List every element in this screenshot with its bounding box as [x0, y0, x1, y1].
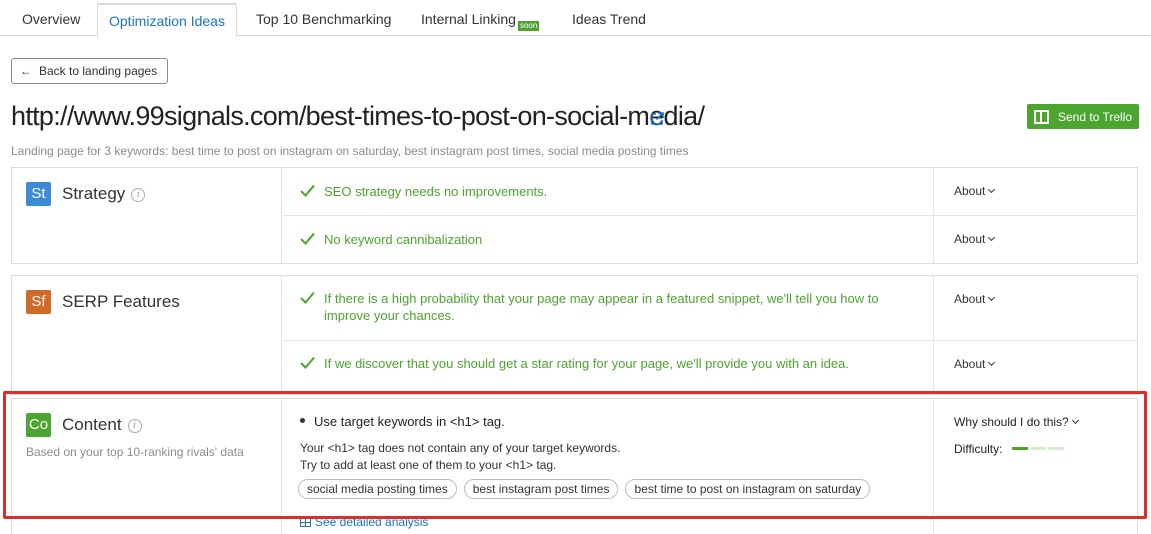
idea-item: If we discover that you should get a sta…	[300, 355, 920, 372]
difficulty-bar-segment	[1029, 447, 1046, 450]
tab-ideas-trend[interactable]: Ideas Trend	[561, 3, 657, 37]
tab-internal-linking[interactable]: Internal Linking soon	[410, 3, 550, 37]
content-icon: Co	[26, 413, 51, 437]
tab-label: Top 10 Benchmarking	[256, 11, 392, 27]
about-label: About	[954, 184, 986, 198]
idea-text: SEO strategy needs no improvements.	[324, 184, 548, 199]
about-dropdown[interactable]: About	[954, 232, 996, 246]
page-subtitle: Landing page for 3 keywords: best time t…	[11, 144, 689, 158]
difficulty-bar-segment	[1047, 447, 1064, 450]
difficulty-indicator: Difficulty:	[954, 442, 1064, 456]
content-title-text: Content	[62, 415, 122, 434]
serp-features-title: SERP Features	[62, 292, 180, 311]
bullet-icon	[300, 418, 305, 423]
strategy-title-text: Strategy	[62, 184, 126, 203]
about-label: About	[954, 357, 986, 371]
tab-label: Optimization Ideas	[109, 13, 225, 29]
arrow-left-icon: ←	[20, 64, 32, 78]
tab-overview[interactable]: Overview	[11, 3, 91, 37]
chevron-down-icon	[1071, 416, 1079, 425]
check-icon	[300, 232, 315, 245]
content-note: Based on your top 10-ranking rivals' dat…	[26, 445, 244, 459]
check-icon	[300, 356, 315, 369]
idea-text: If there is a high probability that your…	[324, 291, 879, 323]
keyword-chip[interactable]: best instagram post times	[463, 479, 619, 499]
trello-label: Send to Trello	[1058, 109, 1133, 124]
description-line: Try to add at least one of them to your …	[300, 458, 557, 472]
check-icon	[300, 291, 315, 304]
soon-badge: soon	[517, 21, 540, 31]
description-line: Your <h1> tag does not contain any of yo…	[300, 441, 621, 455]
idea-item: No keyword cannibalization	[300, 231, 920, 248]
content-header: Co Content i Based on your top 10-ranking…	[12, 399, 282, 534]
idea-text: If we discover that you should get a sta…	[324, 356, 849, 371]
about-label: About	[954, 232, 986, 246]
back-button-label: Back to landing pages	[39, 64, 158, 78]
chevron-down-icon	[988, 185, 996, 194]
page-title: http://www.99signals.com/best-times-to-p…	[11, 101, 705, 131]
tab-label: Internal Linking	[421, 11, 516, 27]
why-should-i-do-this-dropdown[interactable]: Why should I do this?	[954, 415, 1079, 429]
see-detailed-analysis-link[interactable]: See detailed analysis	[300, 515, 428, 529]
about-dropdown[interactable]: About	[954, 184, 996, 198]
info-icon[interactable]: i	[131, 188, 146, 202]
column-divider	[933, 399, 934, 534]
tab-label: Ideas Trend	[572, 11, 646, 27]
strategy-header: St Strategy i	[12, 168, 282, 263]
check-icon	[300, 184, 315, 197]
idea-item: If there is a high probability that your…	[300, 290, 920, 324]
about-dropdown[interactable]: About	[954, 357, 996, 371]
tab-bar: Overview Optimization Ideas Top 10 Bench…	[0, 0, 1151, 37]
external-link-icon[interactable]	[650, 112, 664, 126]
keyword-chip[interactable]: best time to post on instagram on saturd…	[625, 479, 871, 499]
strategy-title: Strategy i	[62, 184, 146, 204]
difficulty-label: Difficulty:	[954, 442, 1003, 456]
serp-features-card: Sf SERP Features If there is a high prob…	[11, 275, 1138, 395]
tab-optimization-ideas[interactable]: Optimization Ideas	[97, 3, 237, 37]
send-to-trello-button[interactable]: Send to Trello	[1027, 104, 1139, 129]
back-to-landing-pages-button[interactable]: ← Back to landing pages	[11, 58, 168, 84]
difficulty-bars	[1011, 447, 1064, 450]
about-label: About	[954, 292, 986, 306]
serp-header: Sf SERP Features	[12, 276, 282, 394]
tab-label: Overview	[22, 11, 81, 27]
keyword-chip[interactable]: social media posting times	[298, 479, 457, 499]
difficulty-bar-segment	[1011, 447, 1028, 450]
row-divider	[283, 215, 1137, 216]
serp-features-icon: Sf	[26, 290, 51, 314]
about-dropdown[interactable]: About	[954, 292, 996, 306]
column-divider	[933, 276, 934, 394]
content-idea-title: Use target keywords in <h1> tag.	[300, 414, 505, 429]
idea-text: No keyword cannibalization	[324, 232, 483, 247]
keyword-chips: social media posting times best instagra…	[298, 479, 871, 499]
idea-item: SEO strategy needs no improvements.	[300, 183, 920, 200]
strategy-card: St Strategy i SEO strategy needs no impro…	[11, 167, 1138, 264]
row-divider	[283, 340, 1137, 341]
strategy-icon: St	[26, 182, 51, 206]
chevron-down-icon	[988, 293, 996, 302]
table-icon	[300, 518, 311, 527]
trello-icon	[1034, 109, 1049, 124]
detailed-link-label: See detailed analysis	[315, 515, 429, 529]
content-title: Content i	[62, 415, 142, 435]
content-idea-text: Use target keywords in <h1> tag.	[314, 414, 505, 429]
tab-top10-benchmarking[interactable]: Top 10 Benchmarking	[245, 3, 402, 37]
content-card: Co Content i Based on your top 10-ranking…	[11, 398, 1138, 534]
info-icon[interactable]: i	[127, 419, 142, 433]
why-label: Why should I do this?	[954, 415, 1069, 429]
chevron-down-icon	[988, 358, 996, 367]
content-idea-description: Your <h1> tag does not contain any of yo…	[300, 440, 620, 474]
chevron-down-icon	[988, 233, 996, 242]
